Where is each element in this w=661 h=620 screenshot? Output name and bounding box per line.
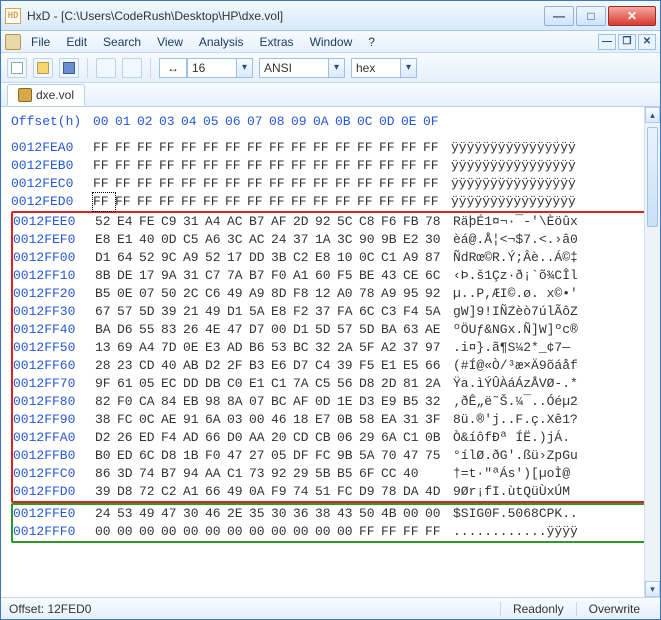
hex-row[interactable]: 0012FEA0FFFFFFFFFFFFFFFFFFFFFFFFFFFFFFFF… bbox=[11, 139, 658, 157]
chevron-down-icon[interactable]: ▾ bbox=[237, 58, 253, 78]
app-icon: HD bbox=[5, 8, 21, 24]
menu-analysis[interactable]: Analysis bbox=[193, 33, 250, 51]
tab-label: dxe.vol bbox=[36, 88, 74, 102]
tool-icon-1[interactable] bbox=[96, 58, 116, 78]
menubar: File Edit Search View Analysis Extras Wi… bbox=[1, 31, 660, 53]
hex-row[interactable]: 0012FF00D164529CA95217DD3BC2E8100CC1A987… bbox=[13, 249, 656, 267]
hex-row[interactable]: 0012FF8082F0CA84EB988A07BCAF0D1ED3E9B532… bbox=[13, 393, 656, 411]
new-icon[interactable] bbox=[7, 58, 27, 78]
hex-row[interactable]: 0012FF501369A47D0EE3ADB653BC322A5FA23797… bbox=[13, 339, 656, 357]
hex-row[interactable]: 0012FED0FFFFFFFFFFFFFFFFFFFFFFFFFFFFFFFF… bbox=[11, 193, 658, 211]
file-icon bbox=[18, 88, 32, 102]
arrows-icon: ↔ bbox=[159, 58, 187, 78]
menu-extras[interactable]: Extras bbox=[254, 33, 300, 51]
hex-row[interactable]: 0012FF40BAD65583264E47D700D15D575DBA63AE… bbox=[13, 321, 656, 339]
menu-edit[interactable]: Edit bbox=[60, 33, 93, 51]
toolbar: ↔ ▾ ANSI ▾ hex ▾ bbox=[1, 53, 660, 83]
window-title: HxD - [C:\Users\CodeRush\Desktop\HP\dxe.… bbox=[27, 9, 544, 23]
hex-row[interactable]: 0012FFC0863D74B794AAC17392295BB56FCC40 †… bbox=[13, 465, 656, 483]
menu-file[interactable]: File bbox=[25, 33, 56, 51]
hex-row[interactable]: 0012FEB0FFFFFFFFFFFFFFFFFFFFFFFFFFFFFFFF… bbox=[11, 157, 658, 175]
separator bbox=[150, 58, 151, 78]
hex-row[interactable]: 0012FFF0000000000000000000000000FFFFFFFF… bbox=[13, 523, 656, 541]
hex-row[interactable]: 0012FFE02453494730462E3530363843504B0000… bbox=[13, 505, 656, 523]
maximize-button[interactable]: □ bbox=[576, 6, 606, 26]
status-offset: Offset: 12FED0 bbox=[9, 602, 91, 616]
menu-help[interactable]: ? bbox=[362, 33, 381, 51]
close-button[interactable]: ✕ bbox=[608, 6, 656, 26]
hex-row[interactable]: 0012FFB0B0ED6CD81BF0472705DFFC9B5A704775… bbox=[13, 447, 656, 465]
mdi-close[interactable]: ✕ bbox=[638, 34, 656, 50]
hex-row[interactable]: 0012FF709F6105ECDDDBC0E1C17AC556D82D812A… bbox=[13, 375, 656, 393]
charset-dropdown[interactable]: ANSI ▾ bbox=[259, 58, 345, 78]
hex-row[interactable]: 0012FFA0D226EDF4AD66D0AA20CDCB06296AC10B… bbox=[13, 429, 656, 447]
hex-row[interactable]: 0012FFD039D872C2A166490AF97451FCD978DA4D… bbox=[13, 483, 656, 501]
hex-row[interactable]: 0012FEC0FFFFFFFFFFFFFFFFFFFFFFFFFFFFFFFF… bbox=[11, 175, 658, 193]
menu-view[interactable]: View bbox=[151, 33, 189, 51]
scroll-down-icon[interactable]: ▾ bbox=[645, 581, 660, 597]
titlebar: HD HxD - [C:\Users\CodeRush\Desktop\HP\d… bbox=[1, 1, 660, 31]
bytes-per-row-dropdown[interactable]: ↔ ▾ bbox=[159, 58, 253, 78]
scroll-thumb[interactable] bbox=[647, 127, 658, 227]
minimize-button[interactable]: — bbox=[544, 6, 574, 26]
charset-value: ANSI bbox=[259, 58, 329, 78]
radix-dropdown[interactable]: hex ▾ bbox=[351, 58, 417, 78]
hex-row[interactable]: 0012FF108BDE179A31C77AB7F0A160F5BE43CE6C… bbox=[13, 267, 656, 285]
chevron-down-icon[interactable]: ▾ bbox=[401, 58, 417, 78]
hex-row[interactable]: 0012FF602823CD40ABD22FB3E6D7C439F5E1E566… bbox=[13, 357, 656, 375]
tab-file[interactable]: dxe.vol bbox=[7, 84, 85, 106]
vertical-scrollbar[interactable]: ▴ ▾ bbox=[644, 107, 660, 597]
mdi-restore[interactable]: ❐ bbox=[618, 34, 636, 50]
menu-search[interactable]: Search bbox=[97, 33, 147, 51]
hex-row[interactable]: 0012FEF0E8E1400DC5A63CAC24371A3C909BE230… bbox=[13, 231, 656, 249]
hex-row[interactable]: 0012FF3067575D392149D15AE8F237FA6CC3F45A… bbox=[13, 303, 656, 321]
save-icon[interactable] bbox=[59, 58, 79, 78]
file-icon bbox=[5, 34, 21, 50]
hex-row[interactable]: 0012FEE052E4FEC931A4ACB7AF2D925CC8F6FB78… bbox=[13, 213, 656, 231]
scroll-up-icon[interactable]: ▴ bbox=[645, 107, 660, 123]
hex-row[interactable]: 0012FF9038FC0CAE916A03004618E70B58EA313F… bbox=[13, 411, 656, 429]
tab-bar: dxe.vol bbox=[1, 83, 660, 107]
mdi-minimize[interactable]: — bbox=[598, 34, 616, 50]
open-icon[interactable] bbox=[33, 58, 53, 78]
bytes-per-row-input[interactable] bbox=[187, 58, 237, 78]
hex-row[interactable]: 0012FF20B50E07502CC649A98DF812A078A99592… bbox=[13, 285, 656, 303]
status-overwrite: Overwrite bbox=[576, 602, 652, 616]
tool-icon-2[interactable] bbox=[122, 58, 142, 78]
status-mode: Readonly bbox=[500, 602, 576, 616]
hex-editor[interactable]: Offset(h)000102030405060708090A0B0C0D0E0… bbox=[1, 107, 660, 597]
separator bbox=[87, 58, 88, 78]
statusbar: Offset: 12FED0 Readonly Overwrite bbox=[1, 597, 660, 619]
radix-value: hex bbox=[351, 58, 401, 78]
menu-window[interactable]: Window bbox=[304, 33, 359, 51]
chevron-down-icon[interactable]: ▾ bbox=[329, 58, 345, 78]
